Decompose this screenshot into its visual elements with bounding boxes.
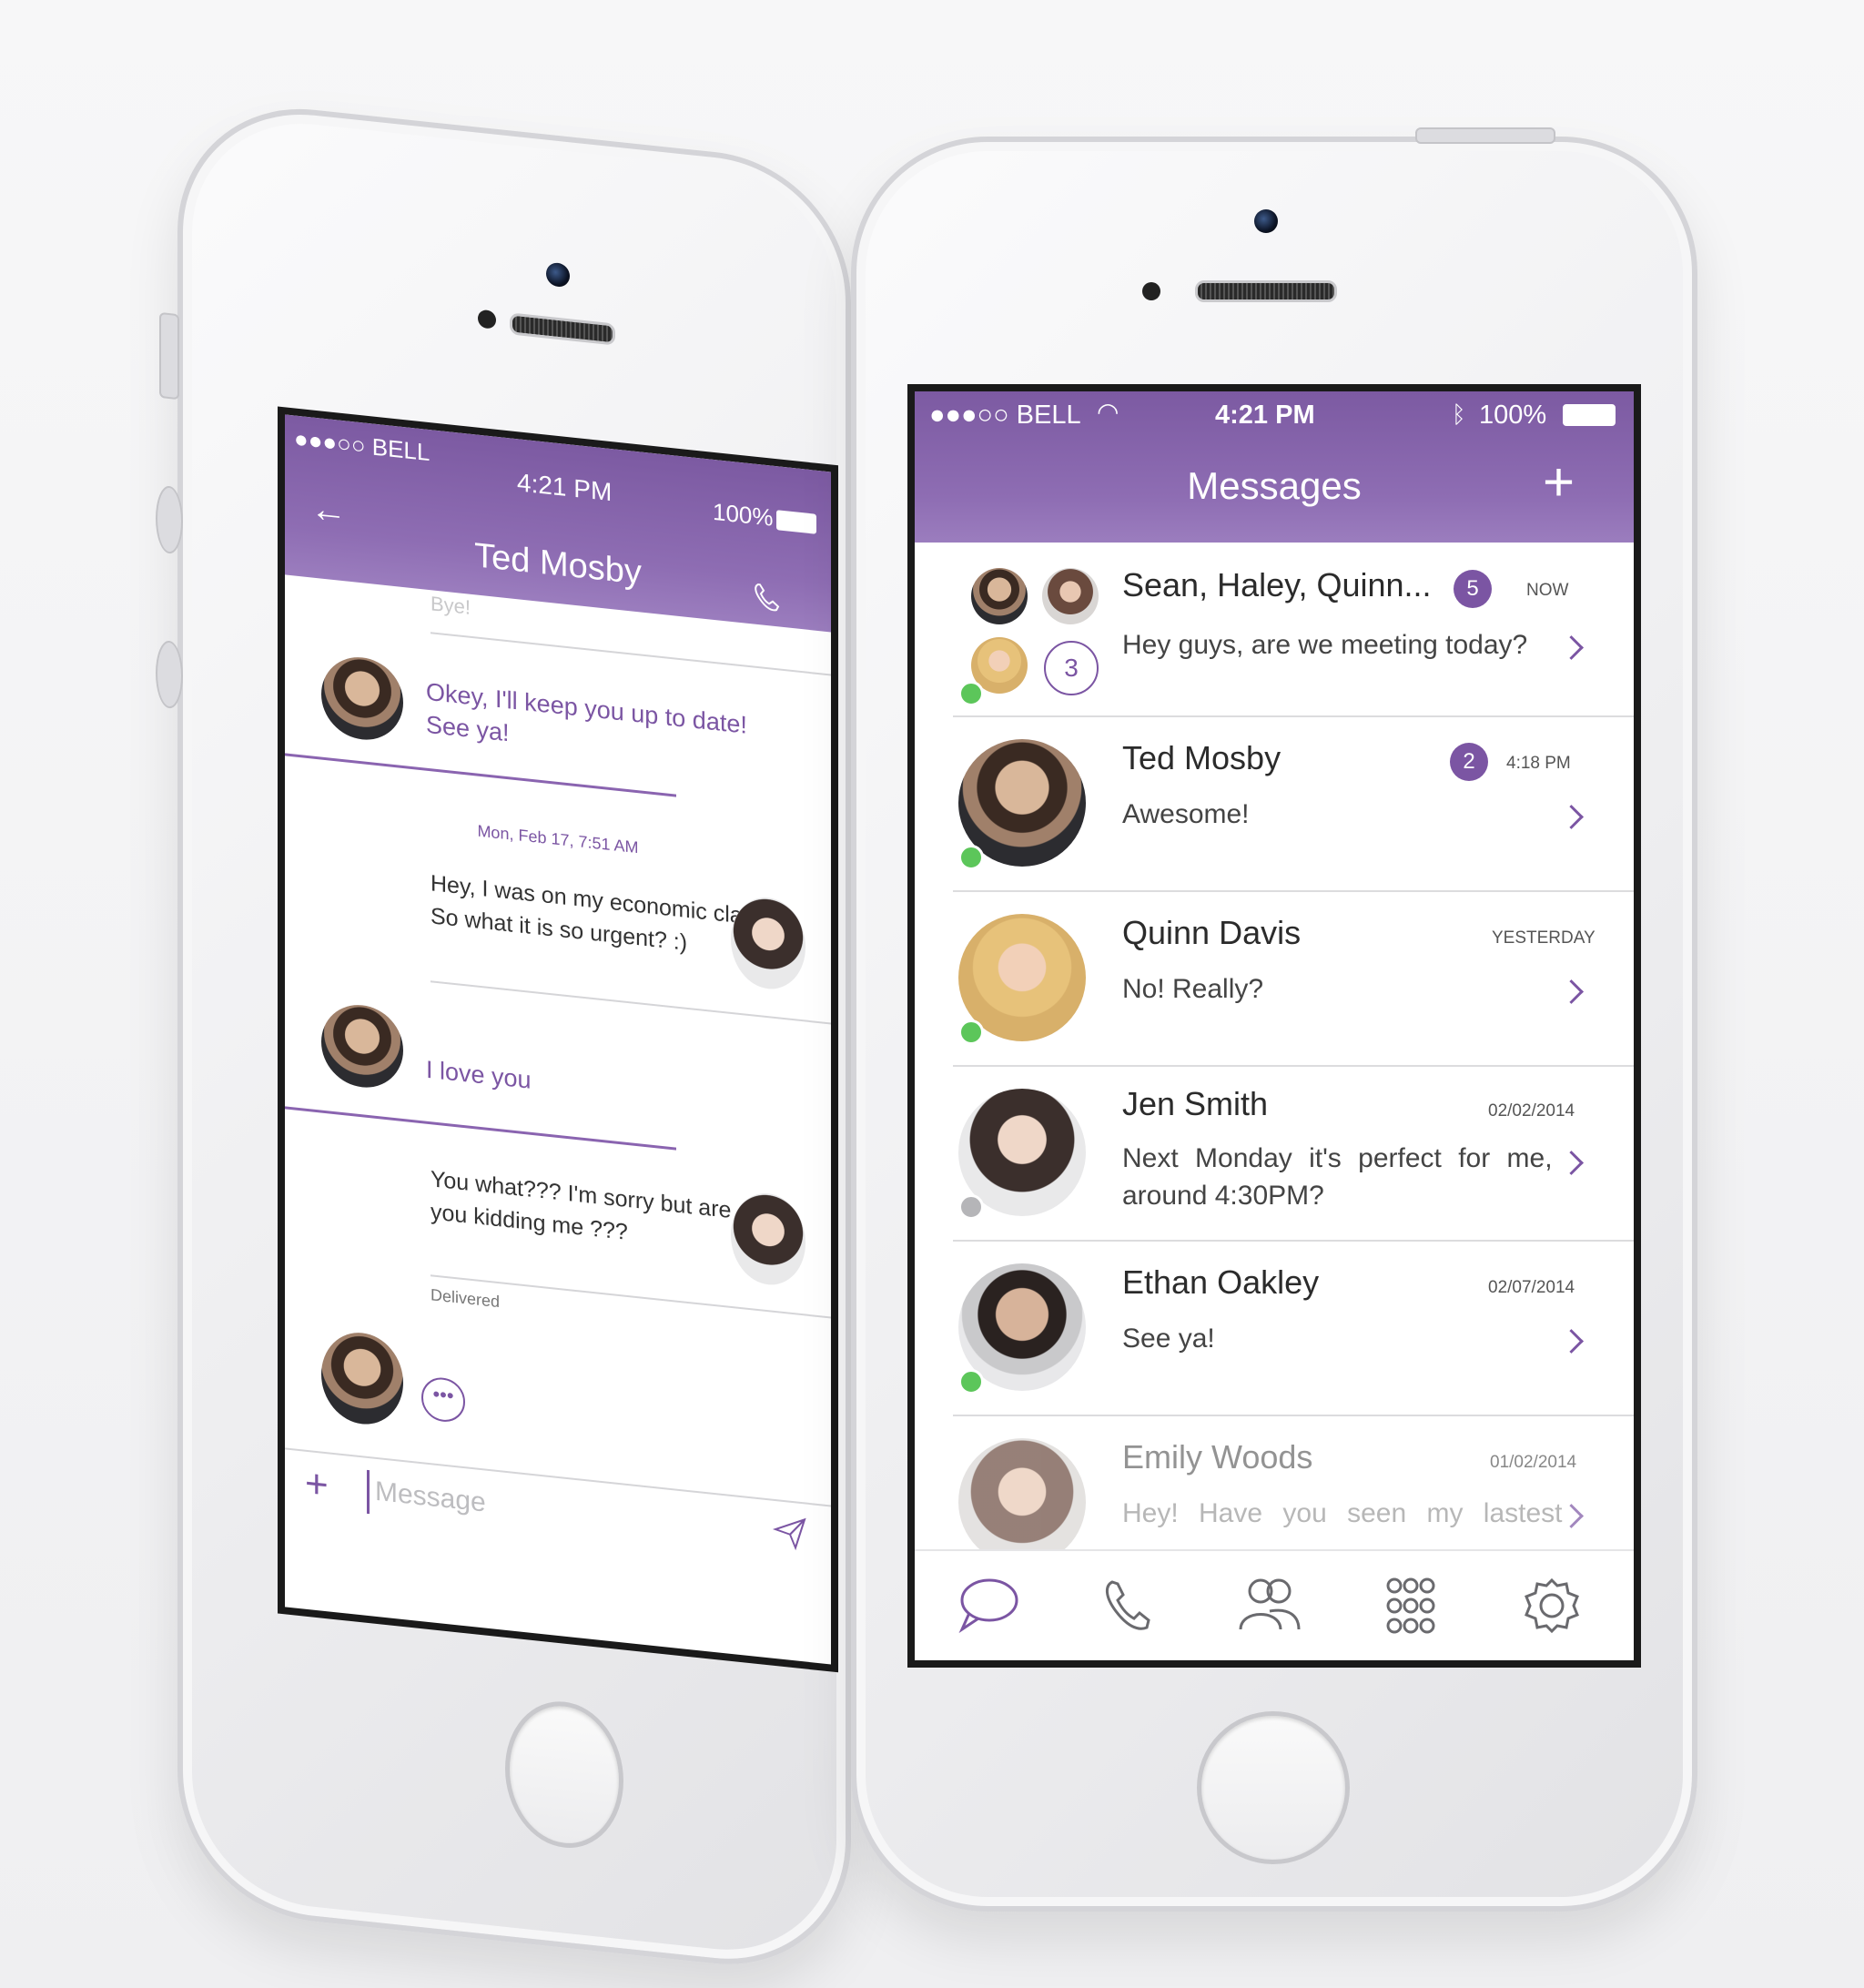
faded-message: Bye! [431,592,471,619]
proximity-sensor [1142,282,1160,300]
unread-badge: 5 [1454,570,1492,608]
online-indicator [958,1369,984,1395]
group-extra-count: 3 [1044,641,1099,695]
contacts-icon[interactable] [1233,1573,1306,1638]
conversation-preview: Next Monday it's perfect for me, around … [1122,1143,1553,1211]
mute-switch[interactable] [159,311,179,401]
conversation-name: Ethan Oakley [1122,1263,1320,1301]
avatar-contact [731,1189,805,1289]
conversation-time: 01/02/2014 [1490,1453,1577,1472]
message-sent-1: Okey, I'll keep you up to date! See ya! [426,677,747,747]
conversation-row[interactable]: Quinn Davis YESTERDAY No! Really? [953,892,1634,1067]
conversation-time: 02/02/2014 [1488,1101,1575,1121]
online-indicator [958,1019,984,1045]
chevron-right-icon [1559,635,1584,660]
message-input[interactable]: Message [367,1469,734,1553]
messages-screen: ●●●○○ BELL ◠ 4:21 PM ᛒ 100% Messages + 3… [907,384,1641,1668]
message-placeholder: Message [375,1476,486,1518]
avatar-sean [971,568,1028,624]
battery-label: 100% [713,497,774,532]
carrier-label: ●●●○○ BELL [929,401,1081,430]
battery-icon [776,510,816,534]
earpiece-speaker [1195,280,1337,302]
conversation-row[interactable]: Emily Woods 01/02/2014 Hey! Have you see… [953,1416,1634,1566]
avatar-ted [321,653,403,745]
keypad-icon[interactable] [1374,1573,1447,1638]
battery-icon [1563,404,1616,426]
status-time: 4:21 PM [1215,401,1315,430]
typing-indicator-icon: ••• [421,1375,465,1425]
conversation-name: Quinn Davis [1122,914,1302,951]
conversation-name: Jen Smith [1122,1085,1269,1122]
tab-bar [915,1549,1634,1660]
settings-icon[interactable] [1515,1573,1588,1638]
conversation-name: Emily Woods [1122,1438,1313,1476]
page-title: Messages [1187,464,1362,507]
send-icon[interactable] [772,1513,808,1553]
online-indicator [958,681,984,706]
power-button[interactable] [1415,127,1555,144]
conversation-time: YESTERDAY [1492,928,1596,948]
delivered-status: Delivered [431,1285,501,1312]
conversation-preview: No! Really? [1122,974,1264,1004]
chat-icon[interactable] [951,1573,1024,1638]
message-received-2: You what??? I'm sorry but are you kiddin… [431,1166,732,1246]
front-camera [1254,209,1278,233]
bluetooth-icon: ᛒ [1452,401,1466,428]
conversation-time: 4:18 PM [1506,754,1571,773]
battery-label: 100% [1479,401,1547,430]
conversation-preview: Awesome! [1122,799,1250,829]
avatar-emily [958,1438,1086,1566]
right-phone: ●●●○○ BELL ◠ 4:21 PM ᛒ 100% Messages + 3… [851,127,1697,1912]
chevron-right-icon [1559,1151,1584,1175]
conversation-time: NOW [1526,581,1569,600]
home-button[interactable] [1197,1711,1350,1864]
chevron-right-icon [1559,805,1584,829]
phone-icon[interactable] [1092,1573,1165,1638]
conversation-row[interactable]: 3 Sean, Haley, Quinn... 5 NOW Hey guys, … [953,543,1634,717]
compose-plus-icon[interactable]: + [1543,455,1575,510]
conversation-row[interactable]: Jen Smith 02/02/2014 Next Monday it's pe… [953,1067,1634,1242]
unread-badge: 2 [1450,743,1488,781]
wifi-icon: ◠ [1097,398,1119,426]
conversation-name: Sean, Haley, Quinn... [1122,566,1432,604]
call-icon[interactable] [749,578,785,618]
conversation-row[interactable]: Ethan Oakley 02/07/2014 See ya! [953,1242,1634,1416]
conversation-name: Ted Mosby [1122,739,1282,776]
attach-plus-icon[interactable]: + [305,1461,329,1508]
conversation-row[interactable]: Ted Mosby 2 4:18 PM Awesome! [953,717,1634,892]
avatar-ted [321,1328,403,1429]
carrier-label: ●●●○○ BELL [294,424,431,467]
offline-indicator [958,1194,984,1220]
status-time: 4:21 PM [517,468,613,507]
conversation-preview: See ya! [1122,1324,1215,1354]
date-separator: Mon, Feb 17, 7:51 AM [477,821,639,857]
avatar-haley [1042,568,1099,624]
chevron-right-icon [1559,979,1584,1004]
message-sent-2: I love you [426,1055,532,1094]
messages-header: ●●●○○ BELL ◠ 4:21 PM ᛒ 100% Messages + [915,391,1634,543]
conversation-preview: Hey! Have you seen my lastest [1122,1498,1563,1528]
chevron-right-icon [1559,1504,1584,1528]
avatar-ted [321,1000,403,1092]
avatar-contact [731,893,805,993]
status-bar: ●●●○○ BELL ◠ 4:21 PM ᛒ 100% [915,391,1634,439]
message-received-1: Hey, I was on my economic class. So what… [431,870,772,956]
conversation-preview: Hey guys, are we meeting today? [1122,630,1528,660]
left-phone: ●●●○○ BELL 4:21 PM 100% ← Ted Mosby Bye!… [156,96,851,1978]
conversation-time: 02/07/2014 [1488,1278,1575,1297]
chevron-right-icon [1559,1329,1584,1354]
online-indicator [958,845,984,870]
chat-screen: ●●●○○ BELL 4:21 PM 100% ← Ted Mosby Bye!… [278,406,838,1673]
